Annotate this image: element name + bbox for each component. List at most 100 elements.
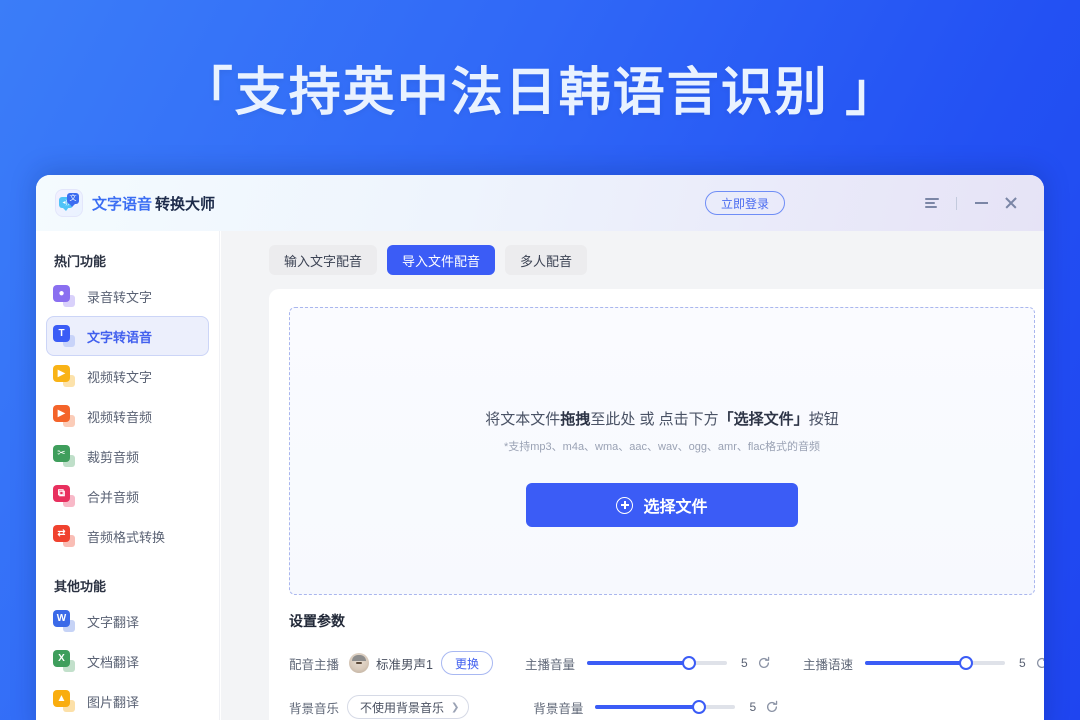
sidebar-item-hot-1[interactable]: T 文字转语音 — [46, 316, 209, 356]
anchor-avatar — [349, 653, 370, 673]
dropzone-text-suffix: 按钮 — [808, 411, 839, 428]
dropzone-text-prefix: 将文本文件 — [485, 411, 561, 428]
volume-slider-knob[interactable] — [682, 656, 697, 670]
sidebar-item-label: 裁剪音频 — [87, 449, 140, 465]
sidebar-icon-glyph: W — [53, 610, 70, 627]
speed-slider-group[interactable]: 5 — [864, 656, 1044, 670]
dropzone-text-drag: 拖拽 — [560, 411, 591, 428]
dropzone-text-middle: 至此处 或 点击下方 — [590, 411, 719, 428]
sidebar-item-icon: ▶ — [53, 365, 75, 387]
tab-import-file[interactable]: 导入文件配音 — [387, 245, 496, 275]
sidebar-item-label: 视频转文字 — [87, 369, 153, 385]
sidebar-item-hot-2[interactable]: ▶ 视频转文字 — [46, 356, 209, 396]
sidebar-icon-glyph: ▶ — [53, 365, 70, 382]
speed-reset-icon[interactable] — [1035, 656, 1044, 670]
minimize-icon — [974, 202, 988, 204]
sidebar-item-label: 录音转文字 — [87, 289, 153, 305]
sidebar-item-icon: X — [53, 650, 75, 672]
app-window: ◂)) 文 文字语音 转换大师 立即登录 热门功能 ● 录音转文字 T 文字转语音 ▶ 视频… — [36, 175, 1044, 720]
speed-slider-fill — [864, 661, 966, 665]
speed-label: 主播语速 — [802, 657, 853, 672]
bgm-volume-reset-icon[interactable] — [765, 700, 779, 714]
bgm-volume-label: 背景音量 — [533, 701, 584, 716]
hamburger-icon — [925, 198, 939, 208]
sidebar-item-other-2[interactable]: ▲ 图片翻译 — [46, 681, 209, 720]
sidebar-item-other-0[interactable]: W 文字翻译 — [46, 601, 209, 641]
choose-file-label: 选择文件 — [643, 499, 708, 516]
sidebar-item-hot-0[interactable]: ● 录音转文字 — [46, 276, 209, 316]
sidebar-item-icon: ▶ — [53, 405, 75, 427]
bgm-volume-slider[interactable] — [595, 700, 736, 714]
app-logo-icon: ◂)) 文 — [55, 189, 83, 217]
app-title: 文字语音 转换大师 — [92, 193, 215, 214]
sidebar-item-label: 合并音频 — [87, 489, 140, 505]
bgm-volume-slider-group[interactable]: 5 — [595, 700, 779, 714]
sidebar-item-icon: W — [53, 610, 75, 632]
sidebar-icon-glyph: ⇄ — [53, 525, 70, 542]
sidebar-icon-glyph: ▶ — [53, 405, 70, 422]
tab-bar: 输入文字配音 导入文件配音 多人配音 — [269, 245, 588, 275]
control-divider — [956, 196, 957, 210]
content-panel: 将文本文件拖拽至此处 或 点击下方「选择文件」按钮 *支持mp3、m4a、wma… — [269, 289, 1044, 720]
sidebar-icon-glyph: ▲ — [53, 690, 70, 707]
file-dropzone[interactable]: 将文本文件拖拽至此处 或 点击下方「选择文件」按钮 *支持mp3、m4a、wma… — [289, 307, 1035, 595]
volume-slider-fill — [586, 661, 690, 665]
sidebar-item-label: 文字翻译 — [87, 614, 140, 630]
settings-row-voice: 配音主播 标准男声1 更换 主播音量 5 主播语速 5 — [289, 651, 1044, 675]
volume-slider-group[interactable]: 5 — [586, 656, 771, 670]
volume-value: 5 — [740, 656, 748, 670]
tab-text-input[interactable]: 输入文字配音 — [269, 245, 378, 275]
speed-slider[interactable] — [864, 656, 1005, 670]
sidebar-icon-glyph: ✂ — [53, 445, 70, 462]
settings-section: 设置参数 配音主播 标准男声1 更换 主播音量 5 主播语速 5 背景音乐 不使… — [289, 611, 1044, 719]
sidebar-item-hot-5[interactable]: ⧉ 合并音频 — [46, 476, 209, 516]
choose-file-button[interactable]: 选择文件 — [526, 483, 798, 527]
close-icon — [1004, 196, 1018, 210]
login-button[interactable]: 立即登录 — [705, 191, 785, 215]
speed-value: 5 — [1018, 656, 1026, 670]
sidebar-item-other-1[interactable]: X 文档翻译 — [46, 641, 209, 681]
speed-slider-knob[interactable] — [958, 656, 973, 670]
title-bar: ◂)) 文 文字语音 转换大师 立即登录 — [36, 175, 1044, 231]
bgm-volume-slider-knob[interactable] — [692, 700, 707, 714]
sidebar-item-icon: ⇄ — [53, 525, 75, 547]
sidebar[interactable]: 热门功能 ● 录音转文字 T 文字转语音 ▶ 视频转文字 ▶ 视频转音频 ✂ 裁剪音频 ⧉ 合并音频 ⇄… — [36, 231, 220, 720]
volume-slider[interactable] — [586, 656, 727, 670]
dropzone-text-choose: 「选择文件」 — [718, 411, 809, 428]
volume-reset-icon[interactable] — [757, 656, 771, 670]
dropzone-format-hint: *支持mp3、m4a、wma、aac、wav、ogg、amr、flac格式的音频 — [503, 441, 820, 453]
sidebar-item-icon: ✂ — [53, 445, 75, 467]
tab-multi-speaker[interactable]: 多人配音 — [505, 245, 588, 275]
sidebar-item-hot-4[interactable]: ✂ 裁剪音频 — [46, 436, 209, 476]
sidebar-section-title-other: 其他功能 — [54, 579, 107, 594]
sidebar-icon-glyph: T — [53, 325, 70, 342]
banner-headline: 「支持英中法日韩语言识别 」 — [180, 64, 900, 122]
app-title-secondary: 转换大师 — [155, 195, 216, 213]
sidebar-icon-glyph: ● — [53, 285, 70, 302]
sidebar-item-label: 图片翻译 — [87, 694, 140, 710]
close-button[interactable] — [996, 188, 1026, 218]
minimize-button[interactable] — [966, 188, 996, 218]
sidebar-item-icon: ▲ — [53, 690, 75, 712]
sidebar-icon-glyph: X — [53, 650, 70, 667]
app-logo: ◂)) 文 文字语音 转换大师 — [55, 189, 215, 217]
sidebar-item-hot-6[interactable]: ⇄ 音频格式转换 — [46, 516, 209, 556]
menu-button[interactable] — [917, 188, 947, 218]
settings-title: 设置参数 — [289, 613, 345, 629]
translate-bubble-icon: 文 — [67, 193, 79, 207]
volume-label: 主播音量 — [524, 657, 575, 672]
chevron-right-icon: ❯ — [451, 701, 460, 713]
sidebar-item-icon: T — [53, 325, 75, 347]
sidebar-item-hot-3[interactable]: ▶ 视频转音频 — [46, 396, 209, 436]
sidebar-item-label: 文档翻译 — [87, 654, 140, 670]
bgm-volume-slider-fill — [595, 705, 700, 709]
sidebar-item-label: 文字转语音 — [87, 329, 153, 345]
bgm-label: 背景音乐 — [289, 701, 340, 716]
anchor-voice-name: 标准男声1 — [376, 657, 433, 672]
sidebar-item-label: 视频转音频 — [87, 409, 153, 425]
settings-row-bgm: 背景音乐 不使用背景音乐 ❯ 背景音量 5 — [289, 695, 1044, 719]
change-voice-button[interactable]: 更换 — [440, 651, 493, 675]
app-title-primary: 文字语音 — [92, 195, 153, 213]
bgm-select[interactable]: 不使用背景音乐 ❯ — [347, 695, 470, 719]
window-controls — [917, 175, 1026, 231]
